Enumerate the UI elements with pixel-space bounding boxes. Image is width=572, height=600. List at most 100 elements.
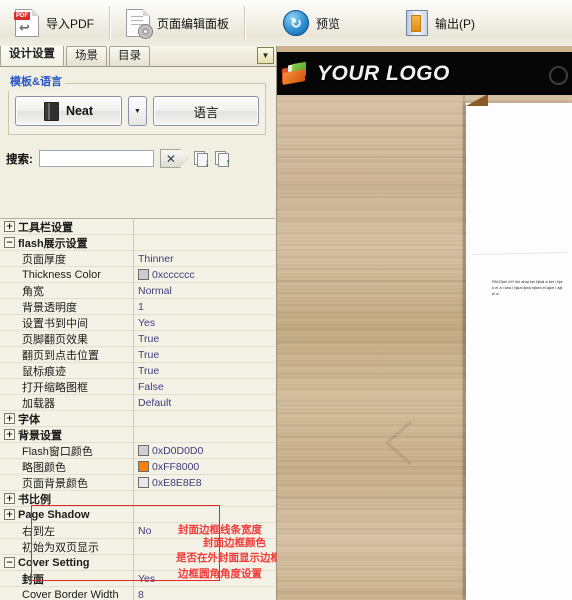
import-settings-icon[interactable]: ↓	[193, 150, 210, 168]
property-value[interactable]	[133, 538, 275, 555]
property-row[interactable]: Cover Border Width 8	[0, 586, 275, 600]
property-name: 背景透明度	[0, 299, 133, 315]
property-value[interactable]: 0xE8E8E8	[133, 474, 275, 491]
property-value[interactable]: True	[133, 330, 275, 347]
property-name-label: 加载器	[22, 397, 55, 410]
property-row[interactable]: Flash窗口颜色 0xD0D0D0	[0, 442, 275, 459]
property-value[interactable]: 0xcccccc	[133, 266, 275, 283]
property-name: + 字体	[0, 411, 133, 427]
property-value-label: Yes	[138, 316, 156, 329]
expand-icon[interactable]: +	[4, 413, 15, 424]
property-row[interactable]: 设置书到中间 Yes	[0, 314, 275, 331]
expand-icon[interactable]: +	[4, 429, 15, 440]
property-name: Thickness Color	[0, 269, 133, 281]
property-value[interactable]	[133, 410, 275, 427]
tab-overflow-dropdown-button[interactable]: ▼	[257, 47, 274, 64]
collapse-icon[interactable]: −	[4, 237, 15, 248]
property-row[interactable]: 鼠标痕迹 True	[0, 362, 275, 379]
property-value-label: 0xD0D0D0	[152, 444, 204, 457]
property-row[interactable]: − Cover Setting	[0, 554, 275, 571]
property-row[interactable]: 加载器 Default	[0, 394, 275, 411]
property-value[interactable]: No	[133, 522, 275, 539]
property-value[interactable]	[133, 506, 275, 523]
property-value-label: 1	[138, 300, 144, 313]
expand-icon[interactable]: +	[4, 509, 15, 520]
property-value[interactable]	[133, 426, 275, 443]
expand-icon[interactable]: +	[4, 493, 15, 504]
property-value-label: Normal	[138, 284, 172, 297]
application-window: PDF ↩ 导入PDF 页面编辑面板 ↻ 预览 输出(P) 设计设置 场景 目录…	[0, 0, 572, 600]
property-row[interactable]: 页脚翻页效果 True	[0, 330, 275, 347]
property-name: + Page Shadow	[0, 509, 133, 521]
output-icon	[406, 10, 429, 36]
property-value[interactable]	[133, 234, 275, 251]
property-row[interactable]: + 字体	[0, 410, 275, 427]
property-value[interactable]: 0xD0D0D0	[133, 442, 275, 459]
output-button[interactable]: 输出(P)	[395, 3, 486, 43]
property-row[interactable]: 打开缩略图框 False	[0, 378, 275, 395]
property-grid[interactable]: + 工具栏设置 − flash展示设置 页面厚度 Thinner Thickness Col…	[0, 218, 275, 600]
property-value[interactable]: True	[133, 346, 275, 363]
book-page[interactable]: Rhi;Dkei dYi hki ahai kei hjkai a kei i …	[466, 94, 572, 600]
export-settings-icon[interactable]: ↑	[214, 150, 231, 168]
color-swatch-icon[interactable]	[138, 269, 149, 280]
property-row[interactable]: 初始为双页显示	[0, 538, 275, 555]
property-row[interactable]: 封面 Yes	[0, 570, 275, 587]
property-value[interactable]	[133, 219, 275, 235]
expand-icon[interactable]: +	[4, 221, 15, 232]
property-row[interactable]: Thickness Color 0xcccccc	[0, 266, 275, 283]
property-row[interactable]: 右到左 No	[0, 522, 275, 539]
color-swatch-icon[interactable]	[138, 445, 149, 456]
property-row[interactable]: − flash展示设置	[0, 234, 275, 251]
property-row[interactable]: 略图颜色 0xFF8000	[0, 458, 275, 475]
property-value[interactable]: 1	[133, 298, 275, 315]
template-language-title: 模板&语言	[8, 72, 65, 91]
import-pdf-button[interactable]: PDF ↩ 导入PDF	[4, 3, 105, 43]
property-row[interactable]: 角宽 Normal	[0, 282, 275, 299]
search-input[interactable]	[38, 150, 154, 167]
property-row[interactable]: + Page Shadow	[0, 506, 275, 523]
property-value[interactable]: 8	[133, 586, 275, 600]
property-row[interactable]: + 书比例	[0, 490, 275, 507]
preview-pane[interactable]: Rhi;Dkei dYi hki ahai kei hjkai a kei i …	[277, 46, 572, 600]
tab-catalog[interactable]: 目录	[109, 46, 150, 66]
property-name: 右到左	[0, 523, 133, 539]
book-icon	[43, 101, 59, 121]
collapse-icon[interactable]: −	[4, 557, 15, 568]
property-row[interactable]: 背景透明度 1	[0, 298, 275, 315]
property-value-label: 0xFF8000	[152, 460, 200, 473]
property-value[interactable]: False	[133, 378, 275, 395]
color-swatch-icon[interactable]	[138, 461, 149, 472]
property-name: 打开缩略图框	[0, 379, 133, 395]
tab-scene[interactable]: 场景	[66, 46, 107, 66]
tab-design-settings[interactable]: 设计设置	[0, 46, 64, 66]
property-value[interactable]: Normal	[133, 282, 275, 299]
property-value[interactable]: Default	[133, 394, 275, 411]
property-row[interactable]: 翻页到点击位置 True	[0, 346, 275, 363]
property-value[interactable]: Yes	[133, 314, 275, 331]
preview-button[interactable]: ↻ 预览	[272, 3, 351, 43]
page-edit-panel-button[interactable]: 页面编辑面板	[115, 3, 240, 43]
property-value[interactable]: 0xFF8000	[133, 458, 275, 475]
template-select-button[interactable]: Neat	[15, 96, 122, 126]
color-swatch-icon[interactable]	[138, 477, 149, 488]
book-folder-logo-icon	[282, 61, 309, 85]
language-button[interactable]: 语言	[153, 96, 259, 126]
property-value[interactable]	[133, 490, 275, 507]
property-row[interactable]: + 工具栏设置	[0, 219, 275, 235]
property-value[interactable]: Thinner	[133, 250, 275, 267]
template-dropdown-button[interactable]: ▼	[128, 96, 147, 126]
preview-logo-bar: YOUR LOGO	[277, 52, 572, 95]
property-value-label: Thinner	[138, 252, 174, 265]
property-row[interactable]: + 背景设置	[0, 426, 275, 443]
property-row[interactable]: 页面厚度 Thinner	[0, 250, 275, 267]
tab-design-settings-label: 设计设置	[9, 48, 55, 60]
property-row[interactable]: 页面背景颜色 0xE8E8E8	[0, 474, 275, 491]
property-name-label: 封面	[22, 573, 44, 586]
property-value[interactable]: Yes	[133, 570, 275, 587]
property-name: 封面	[0, 571, 133, 587]
preview-label: 预览	[316, 16, 341, 31]
property-value[interactable]	[133, 554, 275, 571]
clear-search-button[interactable]: ✕	[159, 149, 188, 168]
property-value[interactable]: True	[133, 362, 275, 379]
